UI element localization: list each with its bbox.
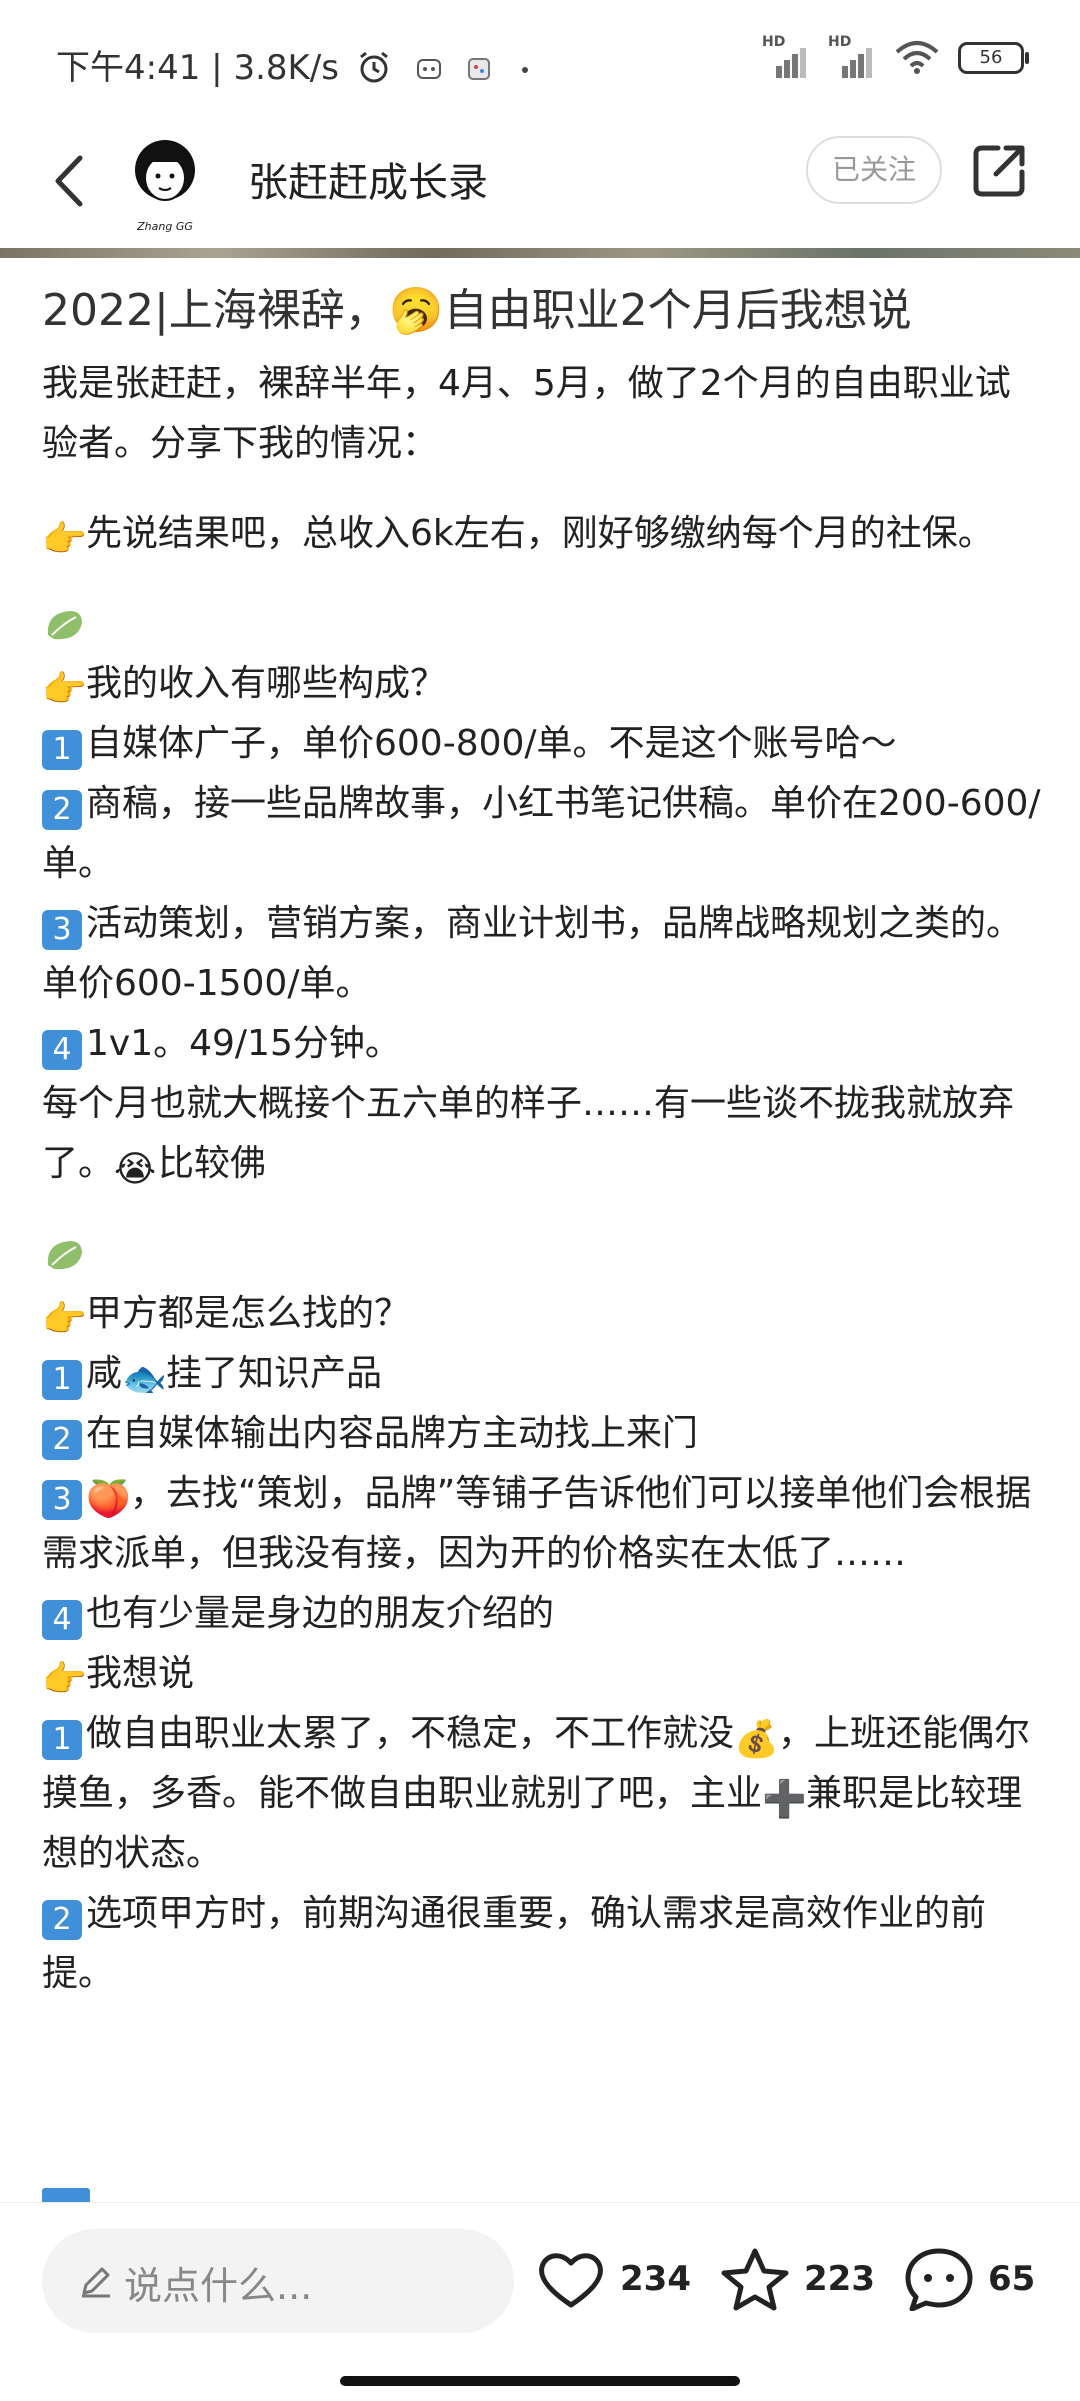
battery-level: 56 <box>979 47 1003 68</box>
keycap-4-icon: 4 <box>42 1600 82 1640</box>
status-left: 下午4:41 | 3.8K/s <box>56 40 529 89</box>
keycap-3-icon: 3 <box>42 910 82 950</box>
favorite-button[interactable]: 223 <box>720 2247 875 2311</box>
keycap-1-icon: 1 <box>42 1720 82 1760</box>
app-notification-icon <box>416 59 441 79</box>
bottom-action-bar: 说点什么... 234 223 65 <box>0 2202 1080 2401</box>
list-item: 3 🍑，去找“策划，品牌”等铺子告诉他们可以接单他们会根据需求派单，但我没有接，因… <box>42 1464 1042 1584</box>
favorite-count: 223 <box>804 2259 875 2299</box>
hd-signal-icon: HD <box>762 34 810 78</box>
pointing-hand-icon: 👉 <box>42 519 87 560</box>
post-header: Zhang GG 张赶赶成长录 已关注 <box>0 120 1080 250</box>
clipped-keycap-icon <box>42 2188 90 2202</box>
wifi-icon <box>895 41 939 74</box>
follow-button[interactable]: 已关注 <box>806 136 942 204</box>
list-item: 1 自媒体广子，单价600-800/单。不是这个账号哈～ <box>42 714 1042 774</box>
avatar-caption: Zhang GG <box>136 220 193 233</box>
network-speed: 3.8K/s <box>233 48 339 88</box>
clients-heading: 👉甲方都是怎么找的？ <box>42 1284 1042 1344</box>
app-notification-icon <box>468 58 491 80</box>
share-icon[interactable] <box>970 140 1030 200</box>
keycap-1-icon: 1 <box>42 730 82 770</box>
result-paragraph: 👉先说结果吧，总收入6k左右，刚好够缴纳每个月的社保。 <box>42 504 1042 564</box>
status-time: 下午4:41 <box>56 48 201 88</box>
peach-icon: 🍑 <box>86 1479 131 1520</box>
comment-button[interactable]: 65 <box>904 2247 1035 2311</box>
comment-input[interactable]: 说点什么... <box>42 2229 514 2333</box>
money-bag-icon: 💰 <box>734 1719 779 1760</box>
like-button[interactable]: 234 <box>536 2247 691 2311</box>
alarm-icon <box>359 51 388 83</box>
author-name[interactable]: 张赶赶成长录 <box>248 150 488 208</box>
pointing-hand-icon: 👉 <box>42 669 87 710</box>
heart-icon <box>539 2253 603 2308</box>
home-indicator[interactable] <box>340 2376 740 2386</box>
comment-count: 65 <box>988 2259 1036 2299</box>
pointing-hand-icon: 👉 <box>42 1299 87 1340</box>
income-footer: 每个月也就大概接个五六单的样子……有一些谈不拢我就放弃了。😭比较佛 <box>42 1083 1015 1190</box>
comment-placeholder: 说点什么... <box>124 2264 313 2308</box>
star-icon <box>721 2248 789 2311</box>
status-bar: 下午4:41 | 3.8K/s HD HD 56 <box>0 0 1080 120</box>
list-item: 2 选项甲方时，前期沟通很重要，确认需求是高效作业的前提。 <box>42 1893 987 1994</box>
list-item: 3 活动策划，营销方案，商业计划书，品牌战略规划之类的。单价600-1500/单。 <box>42 903 1023 1004</box>
back-icon[interactable] <box>36 146 106 216</box>
pen-icon <box>82 2267 110 2298</box>
pointing-hand-icon: 👉 <box>42 1659 87 1700</box>
keycap-3-icon: 3 <box>42 1480 82 1520</box>
income-heading: 👉我的收入有哪些构成？ <box>42 654 1042 714</box>
keycap-2-icon: 2 <box>42 790 82 830</box>
status-right: HD HD 56 <box>762 34 1029 78</box>
list-item: 2 在自媒体输出内容品牌方主动找上来门 <box>42 1404 1042 1464</box>
keycap-1-icon: 1 <box>42 1360 82 1400</box>
fish-icon: 🐟 <box>122 1359 167 1400</box>
avatar[interactable]: Zhang GG <box>120 134 210 234</box>
keycap-4-icon: 4 <box>42 1030 82 1070</box>
post-intro: 我是张赶赶，裸辞半年，4月、5月，做了2个月的自由职业试验者。分享下我的情况： <box>42 363 1011 464</box>
leaf-icon <box>47 611 82 640</box>
list-item: 4 1v1。49/15分钟。 <box>42 1014 1042 1074</box>
keycap-2-icon: 2 <box>42 1420 82 1460</box>
list-item: 1 咸🐟挂了知识产品 <box>42 1344 1042 1404</box>
keycap-2-icon: 2 <box>42 1900 82 1940</box>
post-title: 2022|上海裸辞，🥱自由职业2个月后我想说 <box>42 285 912 336</box>
thoughts-heading: 👉我想说 <box>42 1644 1042 1704</box>
list-item: 2 商稿，接一些品牌故事，小红书笔记供稿。单价在200-600/单。 <box>42 783 1041 884</box>
post-content: 2022|上海裸辞，🥱自由职业2个月后我想说 我是张赶赶，裸辞半年，4月、5月，… <box>42 278 1042 2004</box>
leaf-icon <box>47 1241 82 1270</box>
hd-signal-icon: HD <box>828 34 876 78</box>
cover-image-edge <box>0 248 1080 258</box>
comment-bubble-icon <box>905 2248 973 2311</box>
list-item: 1 做自由职业太累了，不稳定，不工作就没💰，上班还能偶尔摸鱼，多香。能不做自由职业… <box>42 1704 1042 1884</box>
battery-icon: 56 <box>958 42 1029 74</box>
result-text: 先说结果吧，总收入6k左右，刚好够缴纳每个月的社保。 <box>86 513 994 554</box>
plus-icon: ➕ <box>762 1779 807 1820</box>
like-count: 234 <box>620 2259 691 2299</box>
list-item: 4 也有少量是身边的朋友介绍的 <box>42 1584 1042 1644</box>
crying-face-icon: 😭 <box>114 1149 157 1190</box>
dot-icon <box>522 66 529 73</box>
